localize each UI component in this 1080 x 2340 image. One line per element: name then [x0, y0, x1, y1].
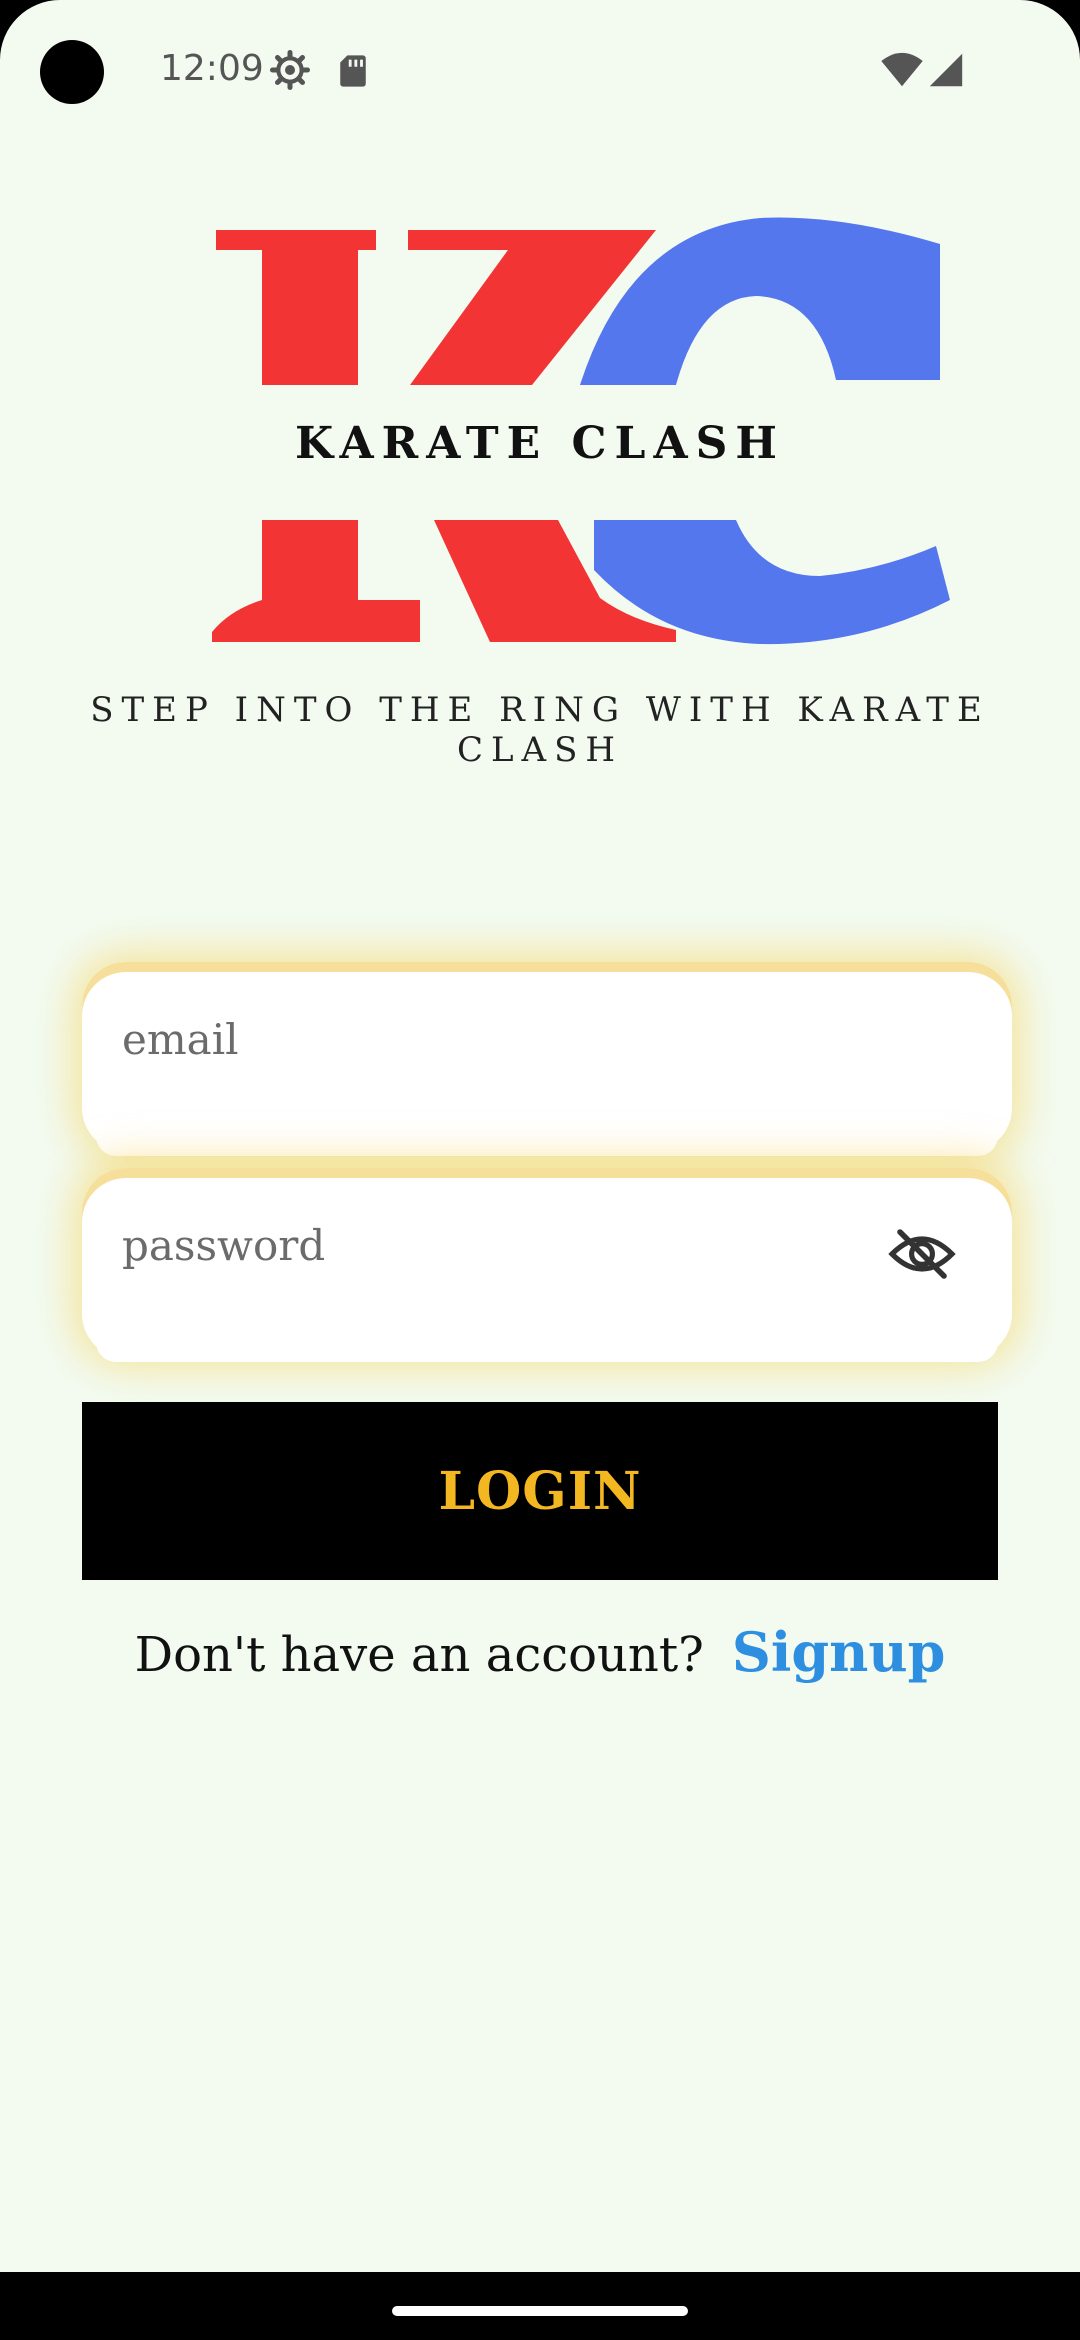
navigation-bar — [0, 2272, 1080, 2340]
tagline: STEP INTO THE RING WITH KARATE CLASH — [90, 690, 990, 770]
password-visibility-toggle[interactable] — [886, 1218, 958, 1290]
status-time: 12:09 — [160, 48, 264, 89]
camera-cutout — [40, 40, 104, 104]
signup-link[interactable]: Signup — [732, 1620, 946, 1684]
home-indicator[interactable] — [392, 2306, 688, 2316]
signup-row: Don't have an account? Signup — [0, 1620, 1080, 1684]
signup-prompt: Don't have an account? — [134, 1627, 704, 1683]
screen-corner — [1020, 0, 1080, 60]
signal-icon — [929, 53, 963, 87]
eye-off-icon — [888, 1229, 956, 1279]
gear-icon — [270, 50, 310, 90]
status-bar: 12:09 — [0, 0, 1080, 140]
sd-card-icon — [340, 55, 366, 87]
password-input[interactable] — [122, 1210, 882, 1280]
logo-wordmark: KARATE CLASH — [295, 418, 785, 469]
password-field-container — [82, 1168, 1012, 1362]
login-button[interactable]: LOGIN — [82, 1402, 998, 1580]
email-input[interactable] — [122, 1004, 882, 1074]
wifi-icon — [881, 52, 923, 87]
email-field-container — [82, 962, 1012, 1156]
